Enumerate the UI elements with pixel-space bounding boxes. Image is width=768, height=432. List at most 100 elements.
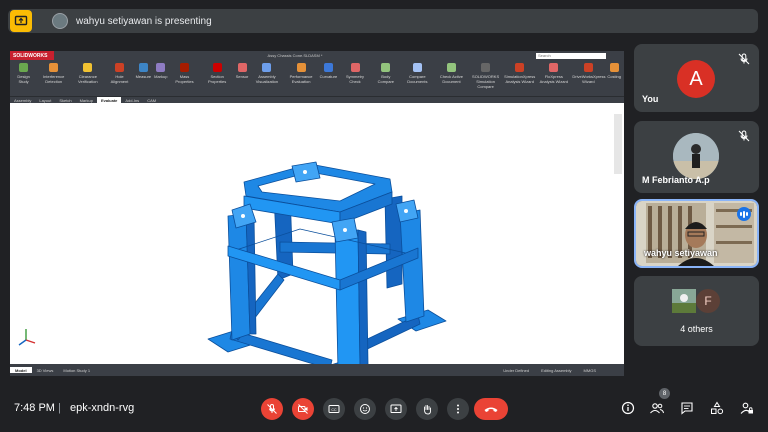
window-title: Assy Chassis Cone.SLDASM * xyxy=(267,53,323,58)
ribbon-button[interactable]: Body Compare xyxy=(373,63,399,84)
camera-toggle-button[interactable] xyxy=(292,398,314,420)
ribbon-button-label: Compare Documents xyxy=(407,74,428,84)
mic-off-icon xyxy=(738,130,750,142)
tab-evaluate[interactable]: Evaluate xyxy=(96,96,122,104)
ribbon-button-label: Mass Properties xyxy=(175,74,194,84)
ribbon-button[interactable]: Sensor xyxy=(236,63,248,79)
chat-button[interactable] xyxy=(678,399,696,417)
lock-person-icon xyxy=(740,402,753,414)
ribbon-button-label: Interference Detection xyxy=(43,74,65,84)
model-viewport[interactable] xyxy=(10,104,624,376)
more-vert-icon xyxy=(457,404,459,414)
participant-name: wahyu setiyawan xyxy=(644,248,718,258)
tool-icon xyxy=(212,63,222,72)
participant-tile-others[interactable]: F 4 others xyxy=(634,276,759,346)
ribbon-button-label: Assembly Visualization xyxy=(255,74,279,84)
tool-icon xyxy=(515,63,525,72)
avatar xyxy=(672,289,696,313)
ribbon-button[interactable]: Compare Documents xyxy=(402,63,433,84)
status-units[interactable]: MMGS xyxy=(584,368,596,373)
tool-icon xyxy=(156,63,166,72)
present-button[interactable] xyxy=(385,398,407,420)
ribbon-button-label: Markup xyxy=(154,74,168,79)
ribbon-button[interactable]: Mass Properties xyxy=(170,63,198,84)
tool-icon xyxy=(381,63,391,72)
ribbon-button-label: Body Compare xyxy=(377,74,395,84)
ribbon-button-label: Section Properties xyxy=(208,74,227,84)
participant-tile-you[interactable]: A You xyxy=(634,44,759,112)
ribbon-button-label: Curvature xyxy=(319,74,338,79)
participant-tile-wahyu[interactable]: wahyu setiyawan xyxy=(634,199,759,268)
ribbon-button[interactable]: DriveWorksXpress Wizard xyxy=(572,63,605,84)
ribbon-button[interactable]: FloXpress Analysis Wizard xyxy=(538,63,569,84)
ribbon-button[interactable]: Section Properties xyxy=(202,63,233,84)
people-button[interactable] xyxy=(648,399,666,417)
ribbon-button[interactable]: SOLIDWORKS Simulation Compare xyxy=(470,63,501,89)
sw-status-bar: Model 3D Views Motion Study 1 Under Defi… xyxy=(10,364,624,376)
tab-model[interactable]: Model xyxy=(10,367,32,373)
tool-icon xyxy=(609,63,619,72)
ribbon-button[interactable]: Assembly Visualization xyxy=(251,63,282,84)
tab-cam[interactable]: CAM xyxy=(143,98,160,103)
others-count: 4 others xyxy=(680,324,713,334)
ribbon-button[interactable]: Measure xyxy=(136,63,151,79)
emoji-button[interactable] xyxy=(354,398,376,420)
ribbon-button[interactable]: Interference Detection xyxy=(38,63,69,84)
ribbon-button[interactable]: Curvature xyxy=(319,63,338,79)
tab-sketch[interactable]: Sketch xyxy=(55,98,75,103)
tab-add-ins[interactable]: Add-Ins xyxy=(121,98,143,103)
task-pane-strip[interactable] xyxy=(614,114,622,174)
ribbon-button[interactable]: Check Active Document xyxy=(436,63,467,84)
ribbon-button[interactable]: Markup xyxy=(154,63,167,79)
ribbon-button-label: Clearance Verification xyxy=(78,74,98,84)
tool-icon xyxy=(481,63,491,72)
ribbon-button[interactable]: Hole Alignment xyxy=(106,63,132,84)
ribbon-button-label: Check Active Document xyxy=(439,74,464,84)
people-count-badge: 8 xyxy=(659,388,670,399)
captions-button[interactable]: CC xyxy=(323,398,345,420)
ribbon-button[interactable]: Clearance Verification xyxy=(72,63,103,84)
ribbon-button[interactable]: Design Study xyxy=(12,63,35,84)
ribbon-button[interactable]: Costing xyxy=(607,63,621,79)
avatar: A xyxy=(677,60,715,98)
activities-button[interactable] xyxy=(708,399,726,417)
ribbon-button[interactable]: SimulationXpress Analysis Wizard xyxy=(504,63,535,84)
ribbon-button-label: Hole Alignment xyxy=(110,74,129,84)
host-controls-button[interactable] xyxy=(738,399,756,417)
app-logo: SOLIDWORKS xyxy=(10,51,54,60)
tab-layout[interactable]: Layout xyxy=(35,98,55,103)
end-call-button[interactable] xyxy=(474,398,508,420)
svg-text:CC: CC xyxy=(331,408,337,412)
mic-toggle-button[interactable] xyxy=(261,398,283,420)
search-input[interactable]: Search xyxy=(536,52,606,59)
ribbon-button[interactable]: Performance Evaluation xyxy=(286,63,317,84)
activities-icon xyxy=(711,401,724,415)
tool-icon xyxy=(262,63,272,72)
tool-icon xyxy=(180,63,190,72)
presenter-avatar xyxy=(52,13,68,29)
meet-window: wahyu setiyawan is presenting SOLIDWORKS… xyxy=(0,0,768,432)
tab-markup[interactable]: Markup xyxy=(76,98,97,103)
more-options-button[interactable] xyxy=(447,398,469,420)
participant-tile-febrianto[interactable]: M Febrianto A.p xyxy=(634,121,759,193)
meeting-details-button[interactable] xyxy=(619,399,637,417)
people-icon xyxy=(650,403,664,414)
status-defined: Under Defined xyxy=(503,367,530,373)
ribbon-button[interactable]: Symmetry Check xyxy=(340,63,370,84)
info-icon xyxy=(621,401,635,415)
triad-icon xyxy=(18,329,36,346)
assembly-model[interactable] xyxy=(10,104,624,376)
mic-off-icon xyxy=(267,403,277,414)
participant-name: You xyxy=(642,94,659,104)
tool-icon xyxy=(583,63,593,72)
avatar: F xyxy=(696,289,720,313)
participant-name: M Febrianto A.p xyxy=(642,175,710,185)
tool-icon xyxy=(114,63,124,72)
tool-icon xyxy=(83,63,93,72)
tab-motion-study[interactable]: Motion Study 1 xyxy=(58,368,95,373)
tab-3d-views[interactable]: 3D Views xyxy=(32,368,59,373)
separator: | xyxy=(58,402,61,414)
tab-assembly[interactable]: Assembly xyxy=(10,98,35,103)
ribbon-button-label: SOLIDWORKS Simulation Compare xyxy=(472,74,500,89)
raise-hand-button[interactable] xyxy=(416,398,438,420)
